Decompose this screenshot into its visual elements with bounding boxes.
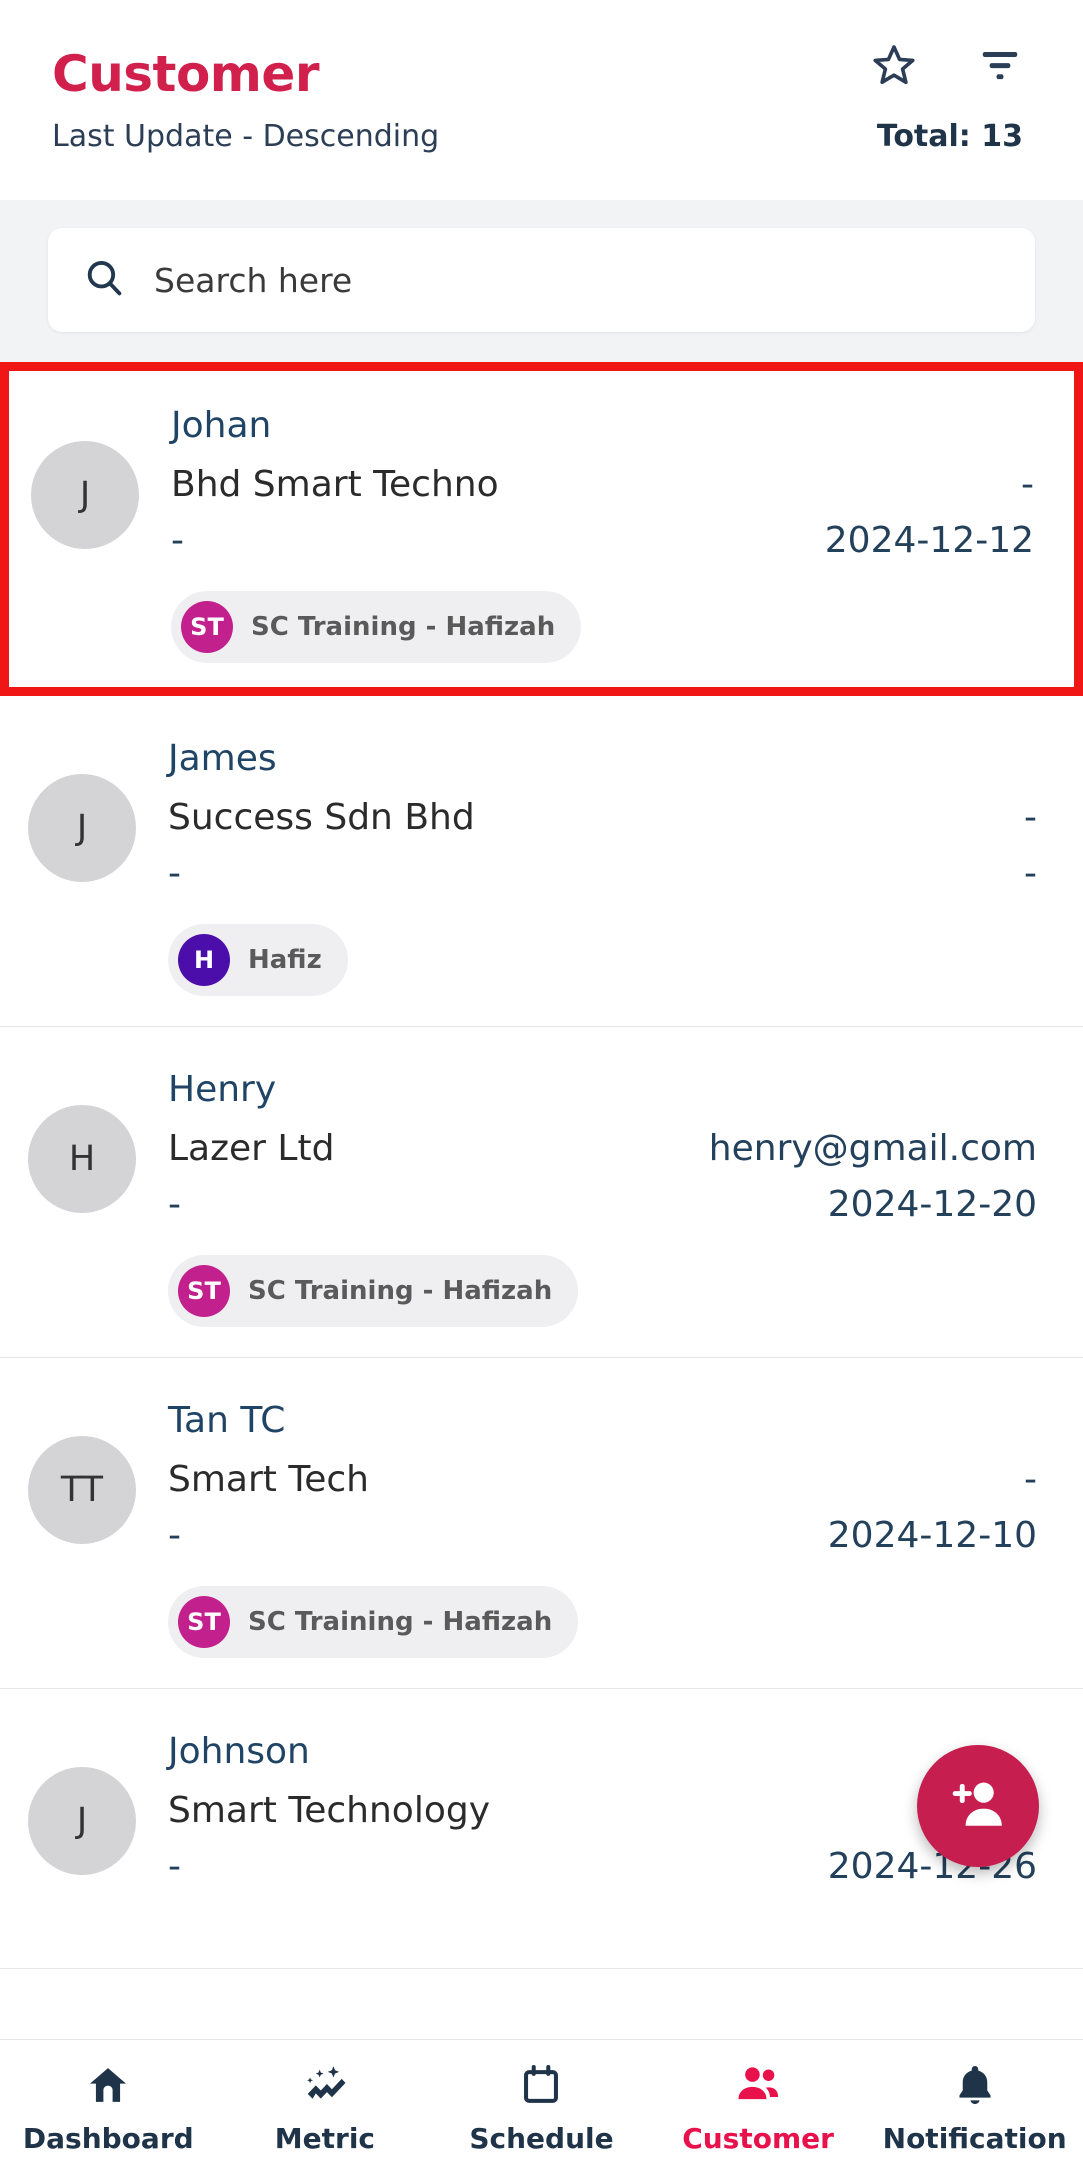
calendar-icon: [518, 2062, 564, 2108]
customer-tag-chip[interactable]: ST SC Training - Hafizah: [168, 1254, 579, 1327]
customer-details: Johan Bhd Smart Techno - - 2024-12-12 ST…: [171, 397, 1034, 663]
chip-avatar: ST: [178, 1595, 230, 1648]
list-item[interactable]: H Henry Lazer Ltd henry@gmail.com - 2024…: [0, 1026, 1083, 1358]
phone-date-row: - 2024-12-12: [171, 520, 1034, 561]
list-item[interactable]: TT Tan TC Smart Tech - - 2024-12-10 ST S…: [0, 1357, 1083, 1689]
nav-item-schedule[interactable]: Schedule: [433, 2062, 650, 2155]
customer-name: Tan TC: [168, 1399, 286, 1441]
list-item[interactable]: J James Success Sdn Bhd - - - H Hafiz: [0, 695, 1083, 1027]
customer-company: Smart Tech: [168, 1459, 369, 1501]
customer-date: -: [1024, 852, 1037, 894]
customer-list-screen: Customer Last Update - Descending Total:…: [0, 0, 1083, 2177]
avatar: J: [31, 441, 139, 549]
customer-date: 2024-12-10: [827, 1514, 1037, 1556]
nav-label: Metric: [274, 2122, 376, 2155]
chip-label: Hafiz: [248, 944, 322, 975]
customer-date: 2024-12-20: [827, 1183, 1037, 1225]
filter-icon[interactable]: [977, 42, 1023, 88]
chip-avatar: ST: [178, 1264, 230, 1317]
customer-name: Johan: [171, 405, 272, 446]
nav-item-notification[interactable]: Notification: [866, 2062, 1083, 2155]
header-sub-row: Last Update - Descending Total: 13: [52, 119, 1031, 154]
chip-label: SC Training - Hafizah: [251, 611, 556, 642]
bell-icon: [952, 2062, 998, 2108]
nav-item-customer[interactable]: Customer: [650, 2062, 867, 2155]
add-customer-fab[interactable]: [917, 1745, 1039, 1867]
page-title: Customer: [52, 45, 319, 103]
search-input[interactable]: [154, 260, 1001, 300]
search-section: [0, 200, 1083, 362]
header-top-row: Customer: [52, 28, 1031, 101]
customer-company: Bhd Smart Techno: [171, 464, 499, 506]
avatar: J: [28, 1766, 136, 1875]
company-email-row: Success Sdn Bhd -: [168, 794, 1037, 843]
customer-company: Success Sdn Bhd: [168, 797, 475, 839]
page-header: Customer Last Update - Descending Total:…: [0, 0, 1083, 200]
customer-details: Henry Lazer Ltd henry@gmail.com - 2024-1…: [168, 1061, 1037, 1327]
customer-list[interactable]: J Johan Bhd Smart Techno - - 2024-12-12 …: [0, 362, 1083, 2039]
company-email-row: Lazer Ltd henry@gmail.com: [168, 1125, 1037, 1174]
customer-phone: -: [168, 1183, 181, 1225]
customer-name: Henry: [168, 1068, 277, 1110]
header-actions: [871, 42, 1023, 88]
chip-label: SC Training - Hafizah: [248, 1606, 553, 1637]
sort-order-label[interactable]: Last Update - Descending: [52, 119, 439, 154]
metric-sparkle-icon: [302, 2062, 348, 2108]
avatar: H: [28, 1104, 136, 1213]
customer-tag-chip[interactable]: ST SC Training - Hafizah: [168, 1585, 579, 1658]
people-icon: [735, 2062, 781, 2108]
customer-phone: -: [168, 852, 181, 894]
nav-label: Dashboard: [22, 2122, 194, 2155]
home-icon: [85, 2062, 131, 2108]
customer-email: -: [1024, 797, 1037, 839]
chip-label: SC Training - Hafizah: [248, 1275, 553, 1306]
customer-phone: -: [168, 1845, 181, 1887]
customer-email: -: [1021, 464, 1034, 506]
customer-tag-chip[interactable]: ST SC Training - Hafizah: [171, 590, 582, 663]
nav-label: Schedule: [469, 2122, 614, 2155]
company-email-row: Smart Tech -: [168, 1456, 1037, 1505]
bottom-navigation: Dashboard Metric Schedule Customer Notif…: [0, 2039, 1083, 2177]
customer-phone: -: [171, 519, 184, 561]
phone-date-row: - 2024-12-20: [168, 1184, 1037, 1225]
star-outline-icon[interactable]: [871, 42, 917, 88]
chip-avatar: ST: [181, 600, 233, 653]
customer-details: Johnson Smart Technology - 2024-12-26: [168, 1723, 1037, 1938]
phone-date-row: - 2024-12-26: [168, 1846, 1037, 1887]
customer-email: -: [1024, 1459, 1037, 1501]
avatar: TT: [28, 1435, 136, 1544]
customer-email: henry@gmail.com: [708, 1128, 1037, 1170]
phone-date-row: - 2024-12-10: [168, 1515, 1037, 1556]
customer-date: 2024-12-12: [824, 519, 1034, 561]
customer-tag-chip[interactable]: H Hafiz: [168, 923, 348, 996]
list-item[interactable]: J Johan Bhd Smart Techno - - 2024-12-12 …: [0, 362, 1083, 696]
company-email-row: Bhd Smart Techno -: [171, 461, 1034, 510]
nav-item-dashboard[interactable]: Dashboard: [0, 2062, 217, 2155]
customer-company: Lazer Ltd: [168, 1128, 335, 1170]
avatar: J: [28, 773, 136, 882]
customer-details: James Success Sdn Bhd - - - H Hafiz: [168, 730, 1037, 996]
customer-name: James: [168, 737, 277, 779]
chip-avatar: H: [178, 933, 230, 986]
add-person-icon: [947, 1773, 1009, 1839]
nav-item-metric[interactable]: Metric: [217, 2062, 434, 2155]
search-box[interactable]: [48, 228, 1035, 332]
search-icon: [82, 256, 126, 304]
phone-date-row: - -: [168, 853, 1037, 894]
customer-company: Smart Technology: [168, 1790, 490, 1832]
nav-label: Customer: [682, 2122, 834, 2155]
total-count-label: Total: 13: [876, 118, 1023, 154]
customer-phone: -: [168, 1514, 181, 1556]
customer-details: Tan TC Smart Tech - - 2024-12-10 ST SC T…: [168, 1392, 1037, 1658]
nav-label: Notification: [882, 2122, 1067, 2155]
customer-name: Johnson: [168, 1730, 310, 1772]
company-email-row: Smart Technology: [168, 1787, 1037, 1836]
